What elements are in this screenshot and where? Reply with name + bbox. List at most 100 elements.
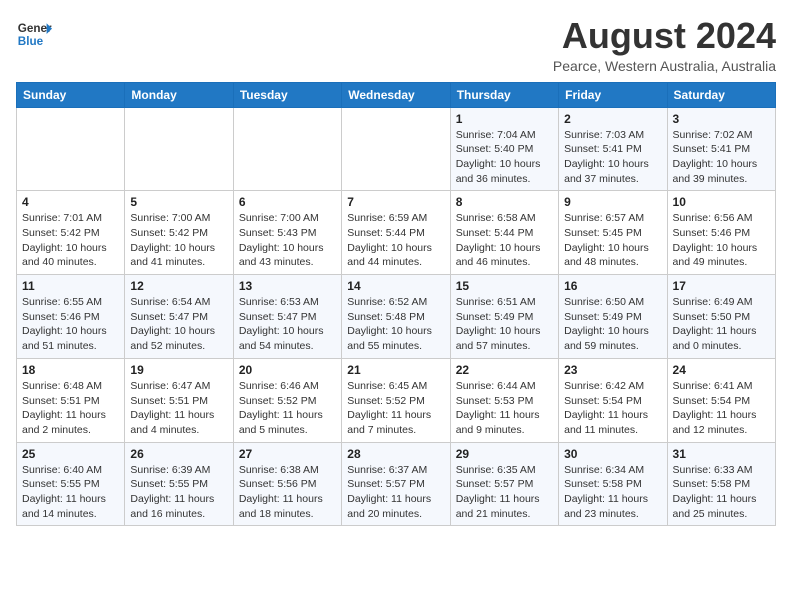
logo: General Blue — [16, 16, 52, 52]
day-info: Sunrise: 6:57 AMSunset: 5:45 PMDaylight:… — [564, 211, 661, 270]
calendar-cell: 30 Sunrise: 6:34 AMSunset: 5:58 PMDayligh… — [559, 442, 667, 526]
day-number: 8 — [456, 195, 553, 209]
day-info: Sunrise: 6:46 AMSunset: 5:52 PMDaylight:… — [239, 379, 336, 438]
calendar-cell — [125, 107, 233, 191]
calendar-cell: 10 Sunrise: 6:56 AMSunset: 5:46 PMDayligh… — [667, 191, 775, 275]
calendar-cell: 27Sunrise: 6:38 AMSunset: 5:56 PMDayligh… — [233, 442, 341, 526]
day-number: 31 — [673, 447, 770, 461]
day-info: Sunrise: 6:59 AMSunset: 5:44 PMDaylight:… — [347, 211, 444, 270]
day-info: Sunrise: 6:35 AMSunset: 5:57 PMDaylight:… — [456, 463, 553, 522]
day-info: Sunrise: 6:58 AMSunset: 5:44 PMDaylight:… — [456, 211, 553, 270]
day-info: Sunrise: 6:39 AMSunset: 5:55 PMDaylight:… — [130, 463, 227, 522]
logo-icon: General Blue — [16, 16, 52, 52]
calendar-cell: 29 Sunrise: 6:35 AMSunset: 5:57 PMDayligh… — [450, 442, 558, 526]
day-info: Sunrise: 6:34 AMSunset: 5:58 PMDaylight:… — [564, 463, 661, 522]
day-info: Sunrise: 6:52 AMSunset: 5:48 PMDaylight:… — [347, 295, 444, 354]
day-info: Sunrise: 6:53 AMSunset: 5:47 PMDaylight:… — [239, 295, 336, 354]
day-number: 23 — [564, 363, 661, 377]
day-number: 18 — [22, 363, 119, 377]
day-number: 15 — [456, 279, 553, 293]
day-number: 12 — [130, 279, 227, 293]
day-info: Sunrise: 7:03 AMSunset: 5:41 PMDaylight:… — [564, 128, 661, 187]
day-info: Sunrise: 6:45 AMSunset: 5:52 PMDaylight:… — [347, 379, 444, 438]
calendar-cell: 24Sunrise: 6:41 AMSunset: 5:54 PMDayligh… — [667, 358, 775, 442]
calendar-cell: 16Sunrise: 6:50 AMSunset: 5:49 PMDayligh… — [559, 275, 667, 359]
month-year-title: August 2024 — [553, 16, 776, 56]
calendar-cell: 3 Sunrise: 7:02 AMSunset: 5:41 PMDaylight… — [667, 107, 775, 191]
day-number: 19 — [130, 363, 227, 377]
calendar-cell: 19 Sunrise: 6:47 AMSunset: 5:51 PMDayligh… — [125, 358, 233, 442]
calendar-cell — [17, 107, 125, 191]
day-info: Sunrise: 6:47 AMSunset: 5:51 PMDaylight:… — [130, 379, 227, 438]
calendar-week-3: 11 Sunrise: 6:55 AMSunset: 5:46 PMDayligh… — [17, 275, 776, 359]
location-subtitle: Pearce, Western Australia, Australia — [553, 58, 776, 74]
day-number: 30 — [564, 447, 661, 461]
calendar-cell: 15 Sunrise: 6:51 AMSunset: 5:49 PMDayligh… — [450, 275, 558, 359]
calendar-week-5: 25 Sunrise: 6:40 AMSunset: 5:55 PMDayligh… — [17, 442, 776, 526]
day-number: 13 — [239, 279, 336, 293]
day-number: 7 — [347, 195, 444, 209]
svg-text:Blue: Blue — [18, 35, 44, 48]
day-number: 14 — [347, 279, 444, 293]
calendar-cell: 21 Sunrise: 6:45 AMSunset: 5:52 PMDayligh… — [342, 358, 450, 442]
day-info: Sunrise: 6:49 AMSunset: 5:50 PMDaylight:… — [673, 295, 770, 354]
column-header-friday: Friday — [559, 82, 667, 107]
calendar-header-row: SundayMondayTuesdayWednesdayThursdayFrid… — [17, 82, 776, 107]
day-number: 4 — [22, 195, 119, 209]
calendar-week-4: 18 Sunrise: 6:48 AMSunset: 5:51 PMDayligh… — [17, 358, 776, 442]
calendar-cell: 8 Sunrise: 6:58 AMSunset: 5:44 PMDaylight… — [450, 191, 558, 275]
day-info: Sunrise: 6:51 AMSunset: 5:49 PMDaylight:… — [456, 295, 553, 354]
day-info: Sunrise: 6:55 AMSunset: 5:46 PMDaylight:… — [22, 295, 119, 354]
day-number: 22 — [456, 363, 553, 377]
day-number: 20 — [239, 363, 336, 377]
day-info: Sunrise: 7:04 AMSunset: 5:40 PMDaylight:… — [456, 128, 553, 187]
day-number: 10 — [673, 195, 770, 209]
day-info: Sunrise: 6:42 AMSunset: 5:54 PMDaylight:… — [564, 379, 661, 438]
calendar-cell: 2 Sunrise: 7:03 AMSunset: 5:41 PMDaylight… — [559, 107, 667, 191]
day-number: 26 — [130, 447, 227, 461]
day-info: Sunrise: 6:41 AMSunset: 5:54 PMDaylight:… — [673, 379, 770, 438]
day-number: 11 — [22, 279, 119, 293]
calendar-cell: 18 Sunrise: 6:48 AMSunset: 5:51 PMDayligh… — [17, 358, 125, 442]
day-info: Sunrise: 6:33 AMSunset: 5:58 PMDaylight:… — [673, 463, 770, 522]
day-info: Sunrise: 7:00 AMSunset: 5:43 PMDaylight:… — [239, 211, 336, 270]
calendar-cell: 5Sunrise: 7:00 AMSunset: 5:42 PMDaylight… — [125, 191, 233, 275]
calendar-cell: 22 Sunrise: 6:44 AMSunset: 5:53 PMDayligh… — [450, 358, 558, 442]
day-number: 2 — [564, 112, 661, 126]
day-info: Sunrise: 6:56 AMSunset: 5:46 PMDaylight:… — [673, 211, 770, 270]
day-number: 9 — [564, 195, 661, 209]
calendar-cell: 4 Sunrise: 7:01 AMSunset: 5:42 PMDaylight… — [17, 191, 125, 275]
calendar-cell — [233, 107, 341, 191]
day-number: 27 — [239, 447, 336, 461]
calendar-cell: 9 Sunrise: 6:57 AMSunset: 5:45 PMDaylight… — [559, 191, 667, 275]
column-header-saturday: Saturday — [667, 82, 775, 107]
calendar-week-2: 4 Sunrise: 7:01 AMSunset: 5:42 PMDaylight… — [17, 191, 776, 275]
day-number: 6 — [239, 195, 336, 209]
calendar-table: SundayMondayTuesdayWednesdayThursdayFrid… — [16, 82, 776, 527]
day-info: Sunrise: 6:37 AMSunset: 5:57 PMDaylight:… — [347, 463, 444, 522]
column-header-thursday: Thursday — [450, 82, 558, 107]
calendar-cell: 13 Sunrise: 6:53 AMSunset: 5:47 PMDayligh… — [233, 275, 341, 359]
day-number: 28 — [347, 447, 444, 461]
day-number: 29 — [456, 447, 553, 461]
column-header-monday: Monday — [125, 82, 233, 107]
calendar-cell: 12Sunrise: 6:54 AMSunset: 5:47 PMDayligh… — [125, 275, 233, 359]
calendar-cell: 7 Sunrise: 6:59 AMSunset: 5:44 PMDaylight… — [342, 191, 450, 275]
day-number: 3 — [673, 112, 770, 126]
title-section: August 2024 Pearce, Western Australia, A… — [553, 16, 776, 74]
day-info: Sunrise: 6:48 AMSunset: 5:51 PMDaylight:… — [22, 379, 119, 438]
calendar-week-1: 1 Sunrise: 7:04 AMSunset: 5:40 PMDaylight… — [17, 107, 776, 191]
column-header-sunday: Sunday — [17, 82, 125, 107]
day-number: 1 — [456, 112, 553, 126]
day-info: Sunrise: 6:44 AMSunset: 5:53 PMDaylight:… — [456, 379, 553, 438]
day-info: Sunrise: 7:02 AMSunset: 5:41 PMDaylight:… — [673, 128, 770, 187]
day-number: 16 — [564, 279, 661, 293]
calendar-cell: 20 Sunrise: 6:46 AMSunset: 5:52 PMDayligh… — [233, 358, 341, 442]
calendar-cell: 26 Sunrise: 6:39 AMSunset: 5:55 PMDayligh… — [125, 442, 233, 526]
calendar-cell: 31 Sunrise: 6:33 AMSunset: 5:58 PMDayligh… — [667, 442, 775, 526]
day-number: 25 — [22, 447, 119, 461]
day-number: 21 — [347, 363, 444, 377]
page-header: General Blue August 2024 Pearce, Western… — [16, 16, 776, 74]
day-info: Sunrise: 6:40 AMSunset: 5:55 PMDaylight:… — [22, 463, 119, 522]
day-info: Sunrise: 7:01 AMSunset: 5:42 PMDaylight:… — [22, 211, 119, 270]
